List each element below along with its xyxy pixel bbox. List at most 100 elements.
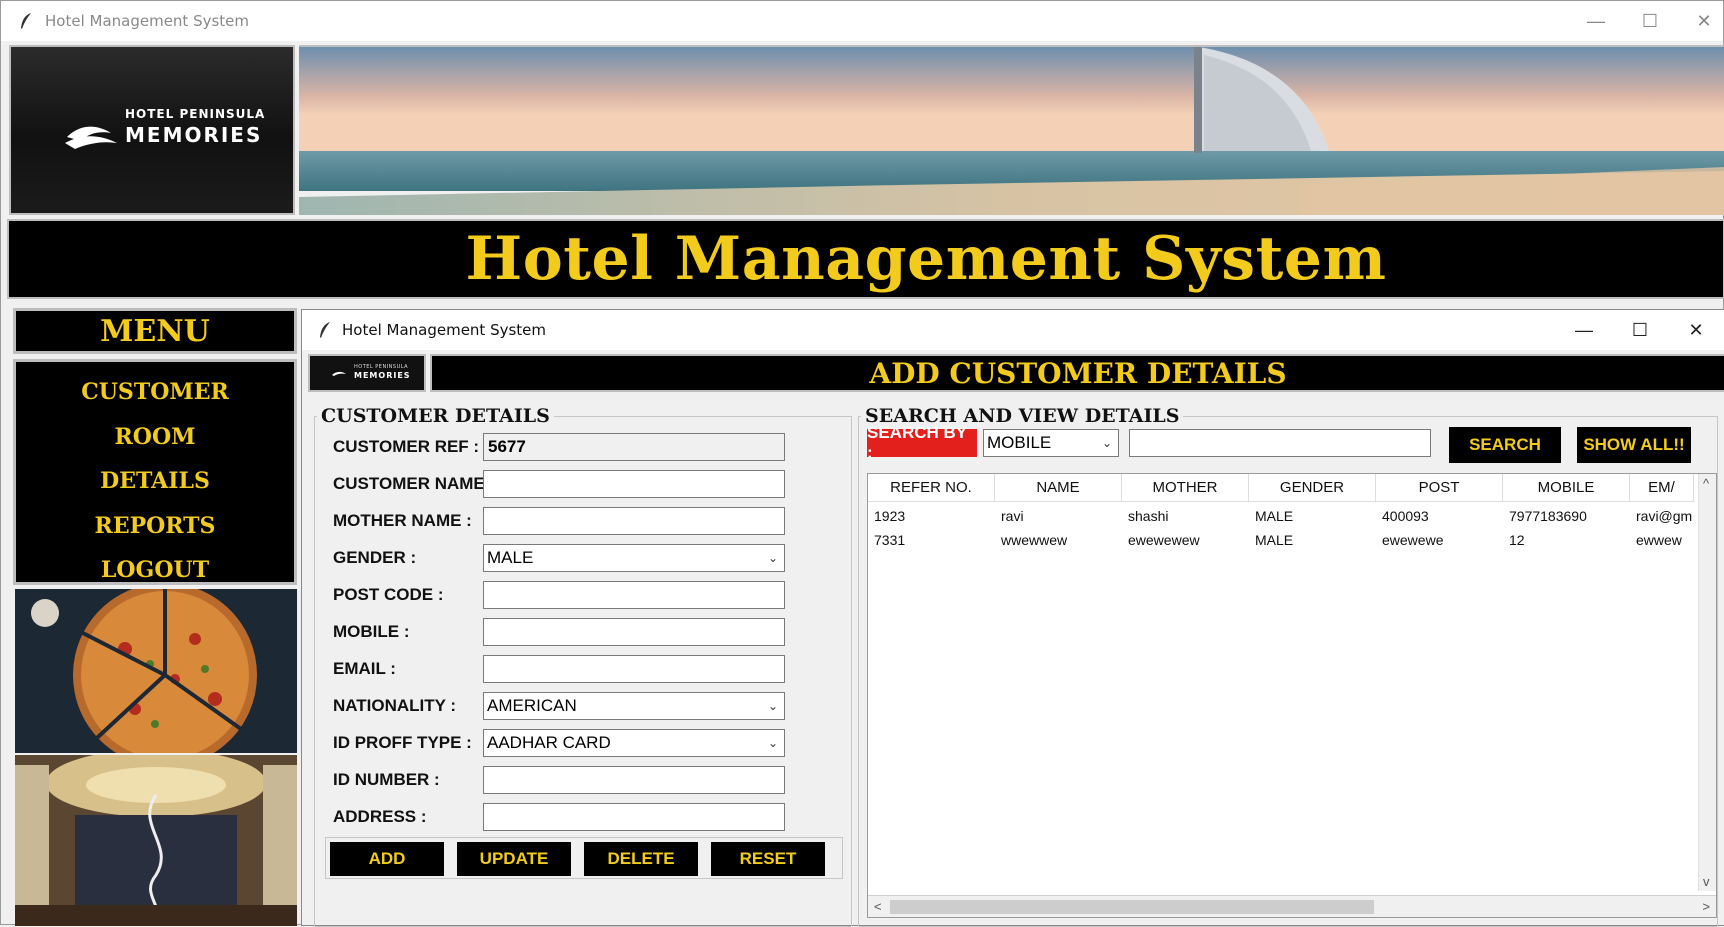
search-view-frame: SEARCH AND VIEW DETAILS SEARCH BY : MOBI… [858,405,1718,927]
cell-name: wwewwew [1001,532,1068,548]
customer-name-field[interactable] [483,470,785,498]
post-code-label: POST CODE : [333,585,444,604]
reset-button[interactable]: RESET [711,842,825,876]
search-by-label: SEARCH BY : [867,423,977,462]
cell-mother: ewewewew [1128,532,1200,548]
menu-heading-text: MENU [100,313,210,349]
email-field[interactable] [483,655,785,683]
nationality-select[interactable]: AMERICAN ⌄ [483,692,785,720]
cell-email: ewwew [1636,532,1682,548]
chevron-down-icon[interactable]: ⌄ [1102,430,1112,456]
gender-label: GENDER : [333,548,417,567]
delete-button[interactable]: DELETE [584,842,698,876]
cell-name: ravi [1001,508,1024,524]
customer-details-label: CUSTOMER DETAILS [317,405,554,427]
scroll-left-icon[interactable]: < [874,899,882,914]
pizza-image [15,589,297,753]
post-code-field[interactable] [483,581,785,609]
minimize-button[interactable]: — [1569,1,1623,41]
search-button[interactable]: SEARCH [1449,427,1561,463]
menu-item-logout[interactable]: LOGOUT [16,548,294,593]
lobby-image [15,755,297,926]
column-post[interactable]: POST [1376,474,1503,502]
gender-select[interactable]: MALE ⌄ [483,544,785,572]
beach-banner-image [299,45,1724,215]
update-button[interactable]: UPDATE [457,842,571,876]
app-title-banner: Hotel Management System [7,219,1724,299]
feather-icon [320,322,330,338]
search-input[interactable] [1129,429,1431,457]
feather-icon [21,13,31,29]
show-all-button[interactable]: SHOW ALL!! [1577,427,1691,463]
column-name[interactable]: NAME [995,474,1122,502]
mini-logo-line2: MEMORIES [354,371,411,380]
cell-post: ewewewe [1382,532,1444,548]
add-customer-heading: ADD CUSTOMER DETAILS [430,354,1724,392]
table-row[interactable]: 1923 ravi shashi MALE 400093 7977183690 … [868,504,1694,528]
scroll-down-icon[interactable]: v [1703,874,1710,889]
maximize-button[interactable]: ☐ [1623,1,1677,41]
menu-item-customer[interactable]: CUSTOMER [16,370,294,415]
close-button[interactable]: ✕ [1677,1,1724,41]
logo-line2: MEMORIES [125,123,263,147]
table-row[interactable]: 7331 wwewwew ewewewew MALE ewewewe 12 ew… [868,528,1694,552]
inner-maximize-button[interactable]: ☐ [1612,310,1668,350]
id-number-field[interactable] [483,766,785,794]
id-type-select[interactable]: AADHAR CARD ⌄ [483,729,785,757]
vertical-scrollbar[interactable]: ^ v [1698,474,1716,891]
column-mother[interactable]: MOTHER [1122,474,1249,502]
nationality-value: AMERICAN [487,696,577,715]
mini-hotel-logo: HOTEL PENINSULA MEMORIES [308,354,426,392]
customer-ref-field[interactable]: 5677 [483,433,785,461]
column-refer-no[interactable]: REFER NO. [868,474,995,502]
email-label: EMAIL : [333,659,396,678]
column-email[interactable]: EM/ [1630,474,1694,502]
mother-name-label: MOTHER NAME : [333,511,472,530]
search-by-value: MOBILE [987,433,1052,452]
column-gender[interactable]: GENDER [1249,474,1376,502]
table-header: REFER NO. NAME MOTHER GENDER POST MOBILE… [868,474,1694,502]
cell-gender: MALE [1255,508,1294,524]
scroll-right-icon[interactable]: > [1702,899,1710,914]
chevron-down-icon[interactable]: ⌄ [768,693,778,719]
menu-heading: MENU [13,308,297,354]
chevron-down-icon[interactable]: ⌄ [768,545,778,571]
app-title: Hotel Management System [465,224,1387,294]
mobile-field[interactable] [483,618,785,646]
address-field[interactable] [483,803,785,831]
mother-name-field[interactable] [483,507,785,535]
customer-details-frame: CUSTOMER DETAILS CUSTOMER REF : 5677 CUS… [314,405,852,927]
customer-name-label: CUSTOMER NAME : [333,474,496,493]
nationality-label: NATIONALITY : [333,696,457,715]
id-type-label: ID PROFF TYPE : [333,733,472,752]
add-button[interactable]: ADD [330,842,444,876]
horizontal-scrollbar[interactable]: < > [868,895,1716,917]
inner-close-button[interactable]: ✕ [1668,310,1724,350]
cell-mobile: 12 [1509,532,1525,548]
chevron-down-icon[interactable]: ⌄ [768,730,778,756]
customer-window-titlebar: Hotel Management System — ☐ ✕ [302,310,1724,350]
search-by-select[interactable]: MOBILE ⌄ [983,429,1119,457]
mobile-label: MOBILE : [333,622,410,641]
cell-refer-no: 7331 [874,532,906,548]
customer-window: Hotel Management System — ☐ ✕ HOTEL PENI… [301,309,1724,927]
cell-mobile: 7977183690 [1509,508,1587,524]
window-title: Hotel Management System [45,12,250,30]
scroll-up-icon[interactable]: ^ [1703,476,1709,491]
customer-window-title: Hotel Management System [342,321,547,339]
menu-item-reports[interactable]: REPORTS [16,504,294,549]
main-window: Hotel Management System — ☐ ✕ HOTEL PENI… [0,0,1724,927]
mini-logo-line1: HOTEL PENINSULA [354,364,409,370]
id-type-value: AADHAR CARD [487,733,611,752]
address-label: ADDRESS : [333,807,427,826]
customer-table: REFER NO. NAME MOTHER GENDER POST MOBILE… [867,473,1717,918]
cell-email: ravi@gm [1636,508,1693,524]
hotel-logo: HOTEL PENINSULA MEMORIES [9,45,295,215]
column-mobile[interactable]: MOBILE [1503,474,1630,502]
horizontal-scroll-thumb[interactable] [890,900,1374,914]
menu-item-room[interactable]: ROOM [16,415,294,460]
menu-item-details[interactable]: DETAILS [16,459,294,504]
action-button-bar: ADD UPDATE DELETE RESET [325,837,843,879]
add-customer-heading-text: ADD CUSTOMER DETAILS [869,356,1287,390]
inner-minimize-button[interactable]: — [1556,310,1612,350]
